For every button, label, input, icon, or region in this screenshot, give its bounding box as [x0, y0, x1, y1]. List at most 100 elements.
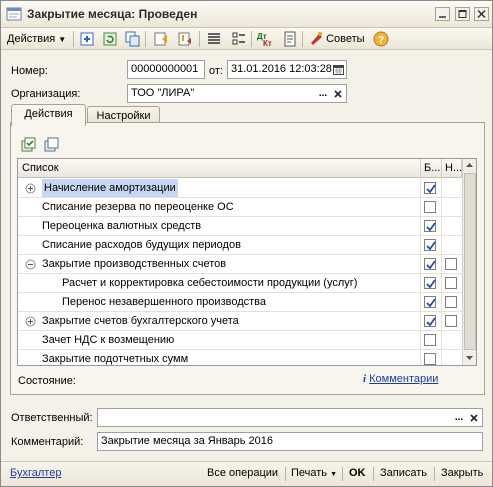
- footer-bar: Бухгалтер Все операции Печать ▼ OK Запис…: [1, 461, 492, 486]
- toolbar-divider: [199, 31, 200, 47]
- clear-icon[interactable]: [467, 410, 481, 425]
- row-checkbox-b[interactable]: [424, 296, 436, 308]
- scroll-thumb[interactable]: [464, 173, 476, 350]
- column-divider: [441, 179, 442, 198]
- row-checkbox-b[interactable]: [424, 277, 436, 289]
- row-checkbox-b[interactable]: [424, 353, 436, 365]
- comment-field[interactable]: Закрытие месяца за Январь 2016: [97, 432, 483, 451]
- advice-label: Советы: [326, 33, 365, 45]
- row-label: Расчет и корректировка себестоимости про…: [62, 277, 358, 289]
- user-link[interactable]: Бухгалтер: [10, 467, 61, 479]
- report-icon[interactable]: [281, 31, 299, 48]
- minimize-icon[interactable]: [435, 7, 450, 21]
- actions-menu[interactable]: Действия ▼: [7, 31, 66, 48]
- help-icon[interactable]: ?: [372, 31, 390, 48]
- clear-icon[interactable]: [331, 86, 345, 101]
- save-button[interactable]: Записать: [380, 467, 427, 479]
- row-checkbox-b[interactable]: [424, 220, 436, 232]
- expand-icon[interactable]: [25, 183, 36, 194]
- column-divider: [441, 236, 442, 255]
- row-label: Переоценка валютных средств: [42, 220, 202, 232]
- copy-icon[interactable]: [123, 31, 141, 48]
- row-label: Начисление амортизации: [42, 179, 178, 197]
- uncheck-all-icon[interactable]: [44, 137, 60, 153]
- operations-table: Список Б... Н... Начисление амортизации С…: [17, 158, 477, 366]
- toolbar-divider: [73, 31, 74, 47]
- row-checkbox-n[interactable]: [445, 296, 457, 308]
- chevron-down-icon: ▼: [330, 471, 338, 478]
- maximize-icon[interactable]: [455, 7, 470, 21]
- row-checkbox-b[interactable]: [424, 258, 436, 270]
- row-checkbox-n[interactable]: [445, 315, 457, 327]
- dt-kt-icon[interactable]: Дт Кт: [257, 31, 275, 48]
- svg-text:?: ?: [378, 35, 384, 46]
- column-divider: [441, 293, 442, 312]
- actions-menu-label: Действия: [7, 33, 56, 45]
- date-field[interactable]: 31.01.2016 12:03:28: [227, 60, 347, 79]
- structure-icon[interactable]: [152, 31, 170, 48]
- print-label: Печать: [291, 467, 328, 479]
- refresh-icon[interactable]: [101, 31, 119, 48]
- table-row[interactable]: Закрытие подотчетных сумм: [18, 350, 462, 365]
- column-divider: [420, 217, 421, 236]
- table-row[interactable]: Переоценка валютных средств: [18, 217, 462, 236]
- close-button[interactable]: Закрыть: [441, 467, 483, 479]
- ok-button[interactable]: OK: [349, 467, 366, 479]
- vertical-scrollbar[interactable]: [462, 159, 476, 365]
- responsible-field[interactable]: ...: [97, 408, 483, 427]
- organization-label: Организация:: [11, 88, 81, 100]
- column-header-b[interactable]: Б...: [421, 159, 442, 178]
- table-row[interactable]: Списание расходов будущих периодов: [18, 236, 462, 255]
- table-row[interactable]: Закрытие счетов бухгалтерского учета: [18, 312, 462, 331]
- table-row[interactable]: Начисление амортизации: [18, 179, 462, 198]
- footer-divider: [373, 467, 374, 481]
- scroll-down-icon[interactable]: [463, 351, 476, 364]
- table-row[interactable]: Закрытие производственных счетов: [18, 255, 462, 274]
- check-all-icon[interactable]: [21, 137, 37, 153]
- checklist-icon[interactable]: [230, 31, 248, 48]
- select-ellipsis-button[interactable]: ...: [316, 86, 330, 101]
- organization-value: ТОО "ЛИРА": [131, 87, 195, 99]
- expand-icon[interactable]: [25, 316, 36, 327]
- table-row[interactable]: Перенос незавершенного производства: [18, 293, 462, 312]
- movements-icon[interactable]: [176, 31, 194, 48]
- tab-actions[interactable]: Действия: [11, 104, 86, 126]
- column-divider: [420, 293, 421, 312]
- scroll-up-icon[interactable]: [463, 159, 476, 172]
- number-field[interactable]: 00000000001: [127, 60, 205, 79]
- row-checkbox-b[interactable]: [424, 334, 436, 346]
- row-checkbox-n[interactable]: [445, 258, 457, 270]
- table-header: Список Б... Н...: [18, 159, 476, 178]
- column-divider: [441, 312, 442, 331]
- column-header-n[interactable]: Н...: [442, 159, 462, 178]
- comments-link[interactable]: i Комментарии: [363, 373, 438, 385]
- row-label: Списание расходов будущих периодов: [42, 239, 241, 251]
- row-checkbox-b[interactable]: [424, 239, 436, 251]
- row-checkbox-b[interactable]: [424, 201, 436, 213]
- table-row[interactable]: Зачет НДС к возмещению: [18, 331, 462, 350]
- row-label: Списание резерва по переоценке ОС: [42, 201, 234, 213]
- advice-button[interactable]: Советы: [309, 31, 365, 48]
- print-button[interactable]: Печать ▼: [291, 467, 337, 479]
- column-divider: [441, 198, 442, 217]
- table-row[interactable]: Расчет и корректировка себестоимости про…: [18, 274, 462, 293]
- document-icon: [6, 7, 22, 21]
- close-icon[interactable]: [474, 7, 489, 21]
- date-from-label: от:: [209, 65, 223, 77]
- column-divider: [420, 179, 421, 198]
- column-header-list[interactable]: Список: [18, 159, 421, 178]
- collapse-icon[interactable]: [25, 259, 36, 270]
- organization-field[interactable]: ТОО "ЛИРА" ...: [127, 84, 347, 103]
- row-label: Закрытие счетов бухгалтерского учета: [42, 315, 239, 327]
- row-checkbox-b[interactable]: [424, 315, 436, 327]
- row-checkbox-n[interactable]: [445, 277, 457, 289]
- chevron-down-icon: ▼: [58, 35, 67, 44]
- select-ellipsis-button[interactable]: ...: [452, 410, 466, 425]
- list-icon[interactable]: [205, 31, 223, 48]
- all-operations-button[interactable]: Все операции: [207, 467, 278, 479]
- table-row[interactable]: Списание резерва по переоценке ОС: [18, 198, 462, 217]
- footer-divider: [342, 467, 343, 481]
- post-icon[interactable]: [78, 31, 96, 48]
- calendar-icon[interactable]: [331, 62, 345, 77]
- row-checkbox-b[interactable]: [424, 182, 436, 194]
